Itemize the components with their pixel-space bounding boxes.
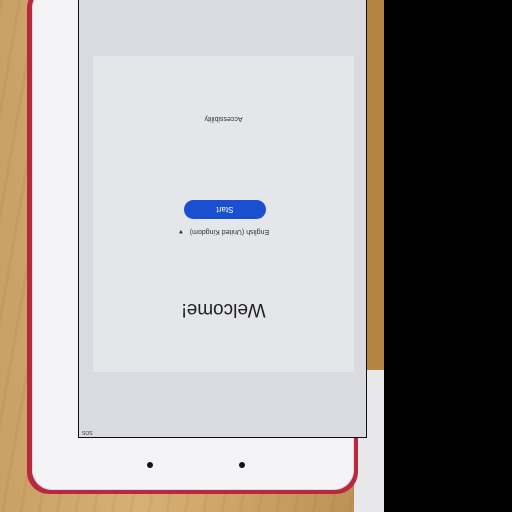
language-label: English (United Kingdom) [189, 228, 270, 235]
photo-background: Welcome! English (United Kingdom) ▼ Star… [0, 0, 512, 512]
start-button[interactable]: Start [184, 200, 266, 219]
status-bar: SOS [79, 427, 366, 437]
setup-content-rotated: Welcome! English (United Kingdom) ▼ Star… [93, 56, 354, 372]
chevron-down-icon: ▼ [177, 228, 184, 234]
tablet-screen: Welcome! English (United Kingdom) ▼ Star… [78, 0, 367, 438]
accessibility-link[interactable]: Accessibility [93, 115, 354, 122]
setup-panel: Welcome! English (United Kingdom) ▼ Star… [93, 56, 354, 372]
tablet-device: Welcome! English (United Kingdom) ▼ Star… [32, 0, 367, 490]
language-selector[interactable]: English (United Kingdom) ▼ [93, 228, 354, 235]
nav-button-right[interactable] [239, 462, 245, 468]
status-text: SOS [82, 429, 93, 435]
nav-button-left[interactable] [147, 462, 153, 468]
welcome-title: Welcome! [181, 299, 266, 320]
dark-border [384, 0, 512, 512]
